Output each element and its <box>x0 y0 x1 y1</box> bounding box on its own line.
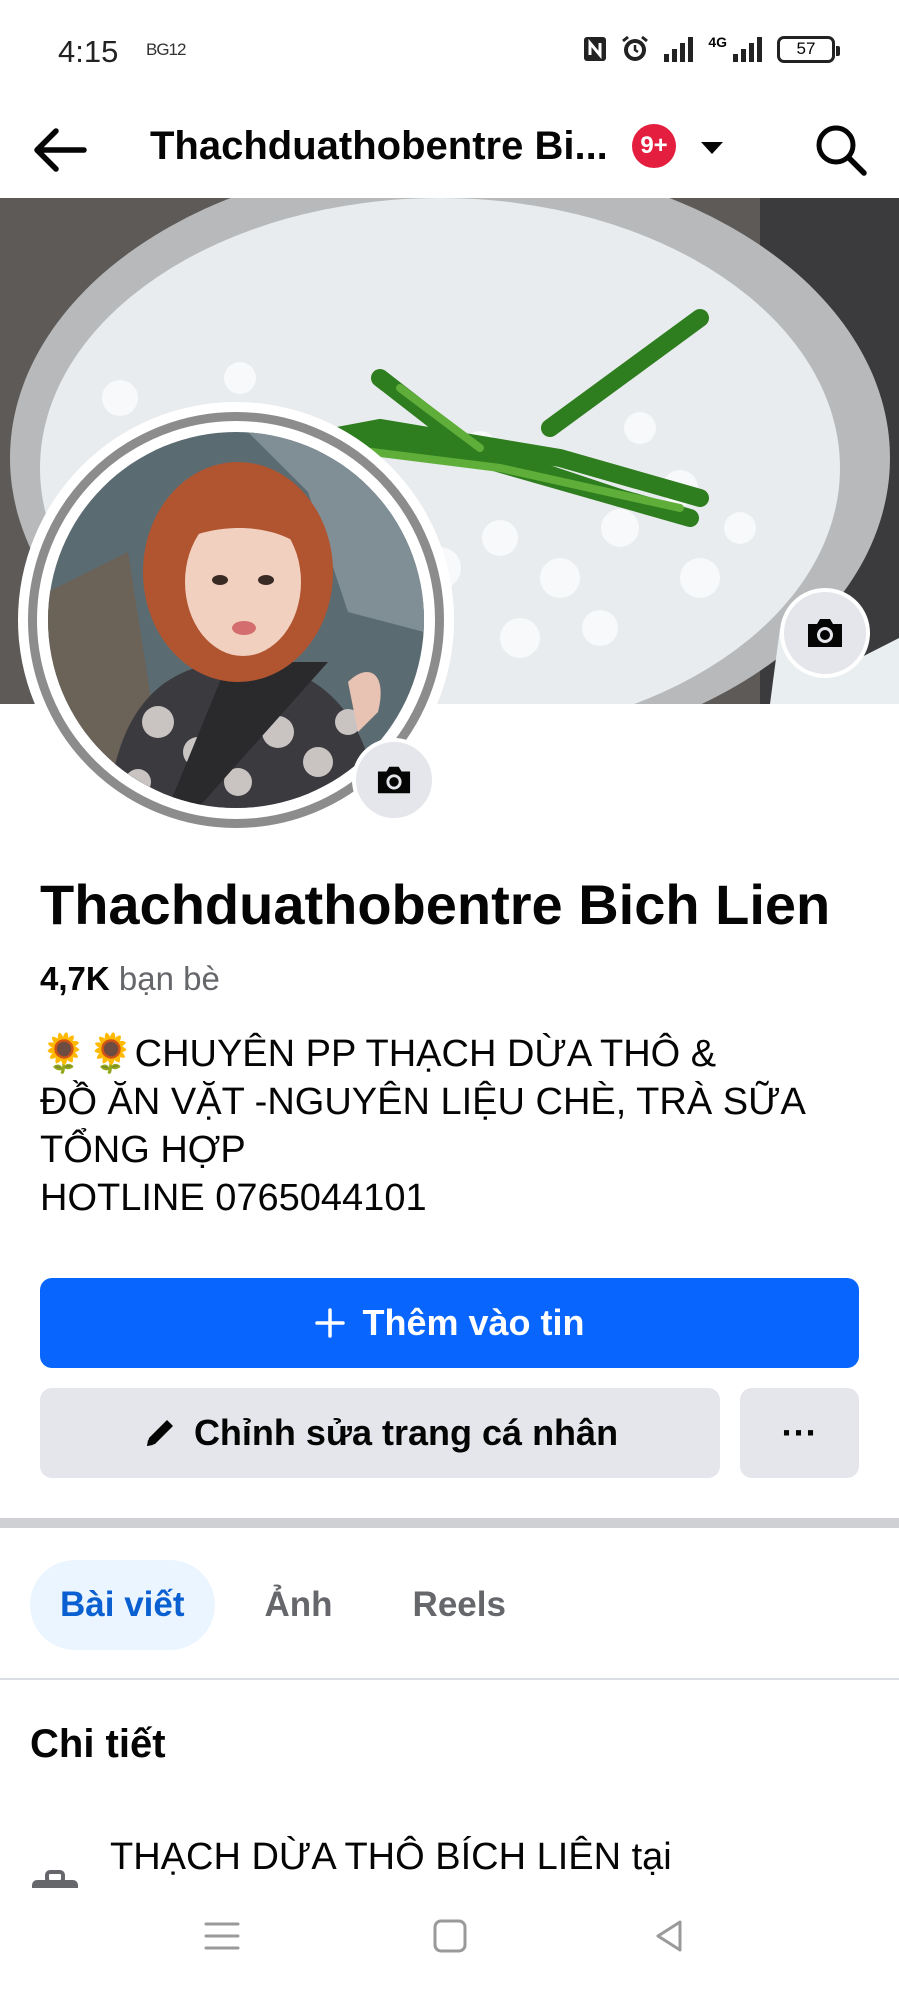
android-nav-bar <box>0 1888 899 1998</box>
home-icon[interactable] <box>428 1914 472 1958</box>
friends-count[interactable]: 4,7K bạn bè <box>40 960 220 998</box>
cover-camera-button[interactable] <box>780 588 870 678</box>
status-notification-text: BG12 <box>146 40 186 59</box>
bio-line: 🌻🌻CHUYÊN PP THẠCH DỪA THÔ & <box>40 1033 717 1075</box>
friends-number: 4,7K <box>40 960 110 997</box>
bio-line: HOTLINE 0765044101 <box>40 1177 427 1219</box>
avatar-camera-button[interactable] <box>352 738 436 822</box>
nav-title: Thachduathobentre Bi... <box>150 124 608 168</box>
signal-icon-2 <box>733 37 762 62</box>
profile-tabs: Bài viết Ảnh Reels <box>30 1560 536 1650</box>
profile-bio: 🌻🌻CHUYÊN PP THẠCH DỪA THÔ & ĐỒ ĂN VẶT -N… <box>40 1030 860 1222</box>
recent-apps-icon[interactable] <box>200 1914 244 1958</box>
back-button[interactable] <box>28 118 92 182</box>
nfc-icon <box>584 37 607 61</box>
signal-icon <box>664 37 694 62</box>
tab-posts[interactable]: Bài viết <box>30 1560 215 1650</box>
back-arrow-icon <box>34 128 87 172</box>
search-button[interactable] <box>809 118 873 182</box>
plus-icon <box>315 1308 346 1338</box>
nav-back-icon[interactable] <box>648 1914 692 1958</box>
add-to-story-label: Thêm vào tin <box>362 1302 585 1343</box>
notification-badge[interactable]: 9+ <box>632 124 676 168</box>
status-icons: 4G 57 <box>582 34 840 64</box>
status-time: 4:15 <box>58 34 119 69</box>
bio-line: ĐỒ ĂN VẶT -NGUYÊN LIỆU CHÈ, TRÀ SỮA <box>40 1081 806 1123</box>
camera-icon <box>377 766 411 794</box>
search-icon <box>816 125 867 176</box>
status-bar: 4:15 BG12 4G 57 <box>0 0 899 100</box>
tab-reels[interactable]: Reels <box>383 1560 536 1650</box>
edit-profile-label: Chỉnh sửa trang cá nhân <box>193 1412 619 1453</box>
profile-name: Thachduathobentre Bich Lien <box>40 873 831 936</box>
tab-photos[interactable]: Ảnh <box>235 1560 363 1650</box>
profile-switch-button[interactable] <box>696 132 728 164</box>
more-icon: ··· <box>781 1412 818 1453</box>
friends-label: bạn bè <box>118 960 220 997</box>
add-to-story-button[interactable]: Thêm vào tin <box>40 1278 859 1368</box>
tabs-divider <box>0 1678 899 1680</box>
network-type: 4G <box>708 34 727 50</box>
section-divider <box>0 1518 899 1528</box>
detail-work-row[interactable]: THẠCH DỪA THÔ BÍCH LIÊN tại <box>0 1836 899 1910</box>
camera-icon <box>808 619 842 647</box>
edit-profile-button[interactable]: Chỉnh sửa trang cá nhân <box>40 1388 720 1478</box>
details-title: Chi tiết <box>30 1722 166 1766</box>
bio-line: TỔNG HỢP <box>40 1129 246 1171</box>
top-nav: Thachduathobentre Bi... 9+ <box>0 100 899 198</box>
alarm-icon <box>622 35 649 61</box>
battery-level: 57 <box>796 39 816 58</box>
pencil-icon <box>146 1420 173 1446</box>
battery-icon: 57 <box>777 35 840 63</box>
more-options-button[interactable]: ··· <box>740 1388 859 1478</box>
caret-down-icon <box>701 142 723 154</box>
detail-work-text: THẠCH DỪA THÔ BÍCH LIÊN tại <box>110 1836 672 1878</box>
